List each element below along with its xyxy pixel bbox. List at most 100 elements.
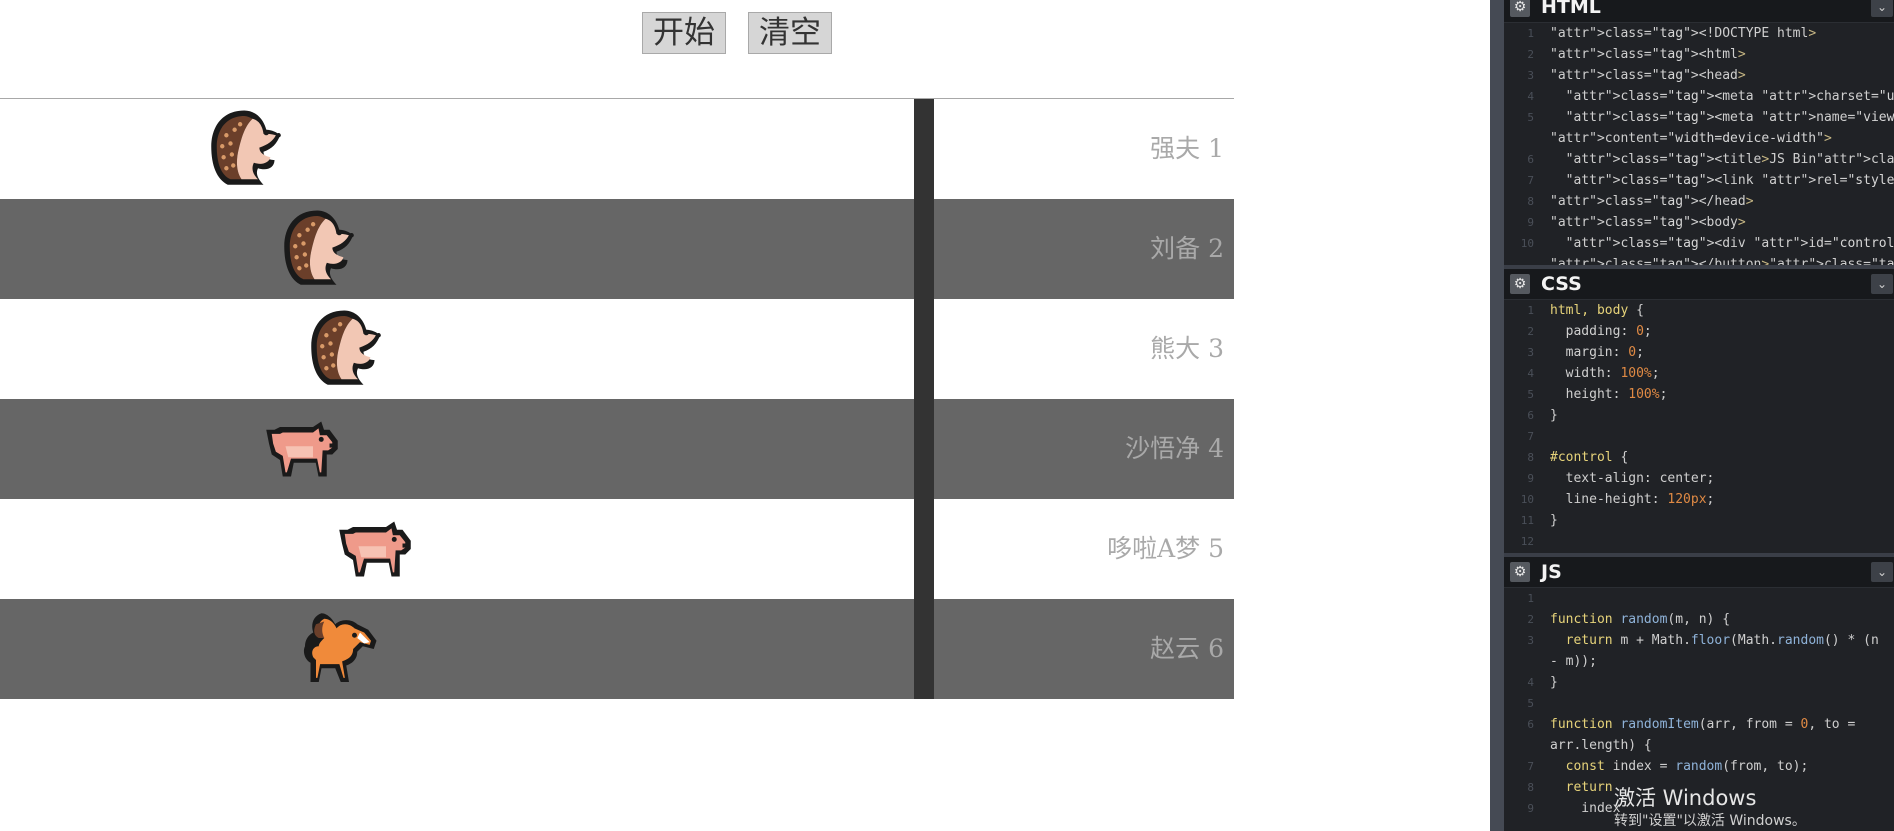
code-line: arr.length) { (1504, 735, 1894, 756)
lane-label: 强夫 1 (1150, 134, 1224, 163)
pig-icon (258, 405, 346, 493)
gear-icon[interactable]: ⚙ (1510, 562, 1530, 582)
line-number: 2 (1527, 48, 1534, 61)
clear-button[interactable]: 清空 (748, 12, 832, 54)
finish-line (914, 99, 934, 699)
control-bar: 开始 清空 (0, 0, 1234, 100)
line-number: 1 (1527, 304, 1534, 317)
css-panel: ⚙ CSS ⌄ 1 html, body {2 padding: 0; 3 marg… (1504, 269, 1894, 553)
gear-icon[interactable]: ⚙ (1510, 0, 1530, 17)
line-number: 8 (1527, 451, 1534, 464)
line-number: 5 (1527, 111, 1534, 124)
line-number: 7 (1527, 174, 1534, 187)
line-number: 5 (1527, 388, 1534, 401)
lane-label: 哆啦A梦 5 (1107, 534, 1224, 563)
activation-watermark-title: 激活 Windows (1614, 786, 1757, 810)
code-line: "attr">class="tag"></button>"attr">class… (1504, 254, 1894, 265)
race-lane: 哆啦A梦 5 (0, 499, 1234, 599)
code-line: 1 html, body { (1504, 300, 1894, 321)
line-number: 11 (1520, 514, 1534, 527)
code-line: 1 (1504, 588, 1894, 609)
code-line: 4} (1504, 672, 1894, 693)
code-line: 7 "attr">class="tag"><link "attr">rel="s… (1504, 170, 1894, 191)
code-text: index (1550, 801, 1621, 816)
activation-watermark-subtitle: 转到"设置"以激活 Windows。 (1614, 813, 1806, 829)
code-text: "attr">class="tag"><html> (1550, 47, 1746, 62)
code-line: - m)); (1504, 651, 1894, 672)
lane-label: 熊大 3 (1150, 334, 1224, 363)
race-lane: 强夫 1 (0, 99, 1234, 199)
code-line: 2 "attr">class="tag"><html> (1504, 44, 1894, 65)
horse-icon (294, 605, 382, 693)
code-text: "attr">class="tag"><body> (1550, 215, 1746, 230)
line-number: 3 (1527, 634, 1534, 647)
code-line: 6 "attr">class="tag"><title>JS Bin"attr"… (1504, 149, 1894, 170)
code-text: return (1565, 780, 1613, 795)
code-line: 2 padding: 0; (1504, 321, 1894, 342)
line-number: 8 (1527, 781, 1534, 794)
line-number: 6 (1527, 153, 1534, 166)
code-line: 3 return m + Math.floor(Math.random() * … (1504, 630, 1894, 651)
race-lane: 熊大 3 (0, 299, 1234, 399)
html-panel-title: HTML (1541, 0, 1601, 18)
chevron-down-icon[interactable]: ⌄ (1871, 274, 1893, 294)
line-number: 2 (1527, 325, 1534, 338)
line-number: 8 (1527, 195, 1534, 208)
chevron-down-icon[interactable]: ⌄ (1871, 0, 1893, 17)
line-number: 1 (1527, 27, 1534, 40)
code-line: 10 "attr">class="tag"><div "attr">id="co… (1504, 233, 1894, 254)
line-number: 9 (1527, 472, 1534, 485)
line-number: 7 (1527, 760, 1534, 773)
line-number: 10 (1520, 237, 1534, 250)
race-lane: 沙悟净 4 (0, 399, 1234, 499)
chevron-down-icon[interactable]: ⌄ (1871, 562, 1893, 582)
code-line: 6 function randomItem(arr, from = 0, to = (1504, 714, 1894, 735)
code-text: padding: 0; (1550, 324, 1652, 339)
code-text: } (1550, 513, 1558, 528)
code-line: 5 "attr">class="tag"><meta "attr">name="… (1504, 107, 1894, 128)
code-line: 2 function random(m, n) { (1504, 609, 1894, 630)
code-line: 9 "attr">class="tag"><body> (1504, 212, 1894, 233)
css-panel-title: CSS (1541, 273, 1582, 295)
code-line: 10 line-height: 120px; (1504, 489, 1894, 510)
preview-pane: 开始 清空 强夫 1 刘备 2 熊大 3 沙悟净 4 哆啦A梦 5 赵云 6 (0, 0, 1490, 831)
html-panel-header: ⚙ HTML ⌄ (1504, 0, 1894, 23)
code-text: "attr">class="tag"><!DOCTYPE html> (1550, 26, 1817, 41)
code-text: height: 100%; (1550, 387, 1668, 402)
gear-icon[interactable]: ⚙ (1510, 274, 1530, 294)
code-text: "attr">class="tag"></button>"attr">class… (1550, 257, 1894, 265)
code-text: const index = random(from, to); (1565, 759, 1809, 774)
html-code-area[interactable]: 1 "attr">class="tag"><!DOCTYPE html> 2 "att… (1504, 23, 1894, 265)
line-number: 3 (1527, 346, 1534, 359)
line-number: 4 (1527, 367, 1534, 380)
code-text: - m)); (1550, 654, 1597, 669)
code-text: "attr">class="tag"><meta "attr">name="vi… (1565, 110, 1894, 125)
code-text: return m + Math.floor(Math.random() * (n (1565, 633, 1879, 648)
code-text: html, body { (1550, 303, 1644, 318)
code-line: "attr">content="width=device-width"> (1504, 128, 1894, 149)
code-text: #control { (1550, 450, 1629, 465)
js-panel-title: JS (1541, 561, 1562, 583)
start-button[interactable]: 开始 (642, 12, 726, 54)
code-line: 6} (1504, 405, 1894, 426)
line-number: 10 (1520, 493, 1534, 506)
code-line: 4 "attr">class="tag"><meta "attr">charse… (1504, 86, 1894, 107)
code-line: 7 (1504, 426, 1894, 447)
race-lane: 赵云 6 (0, 599, 1234, 699)
line-number: 4 (1527, 676, 1534, 689)
css-panel-header: ⚙ CSS ⌄ (1504, 269, 1894, 300)
hedgehog-icon (203, 105, 291, 193)
css-code-area[interactable]: 1 html, body {2 padding: 0; 3 margin: 0; 4 … (1504, 300, 1894, 553)
code-line: 8 #control { (1504, 447, 1894, 468)
lane-label: 刘备 2 (1150, 234, 1224, 263)
code-text: "attr">class="tag"><link "attr">rel="sty… (1565, 173, 1894, 188)
pig-icon (331, 505, 419, 593)
code-text: arr.length) { (1550, 738, 1652, 753)
code-text: "attr">class="tag"><title>JS Bin"attr">c… (1565, 152, 1894, 167)
line-number: 12 (1520, 535, 1534, 548)
code-text: } (1550, 675, 1558, 690)
code-line: 3 "attr">class="tag"><head> (1504, 65, 1894, 86)
js-panel-header: ⚙ JS ⌄ (1504, 557, 1894, 588)
code-text: "attr">class="tag"></head> (1550, 194, 1754, 209)
code-text: line-height: 120px; (1550, 492, 1715, 507)
